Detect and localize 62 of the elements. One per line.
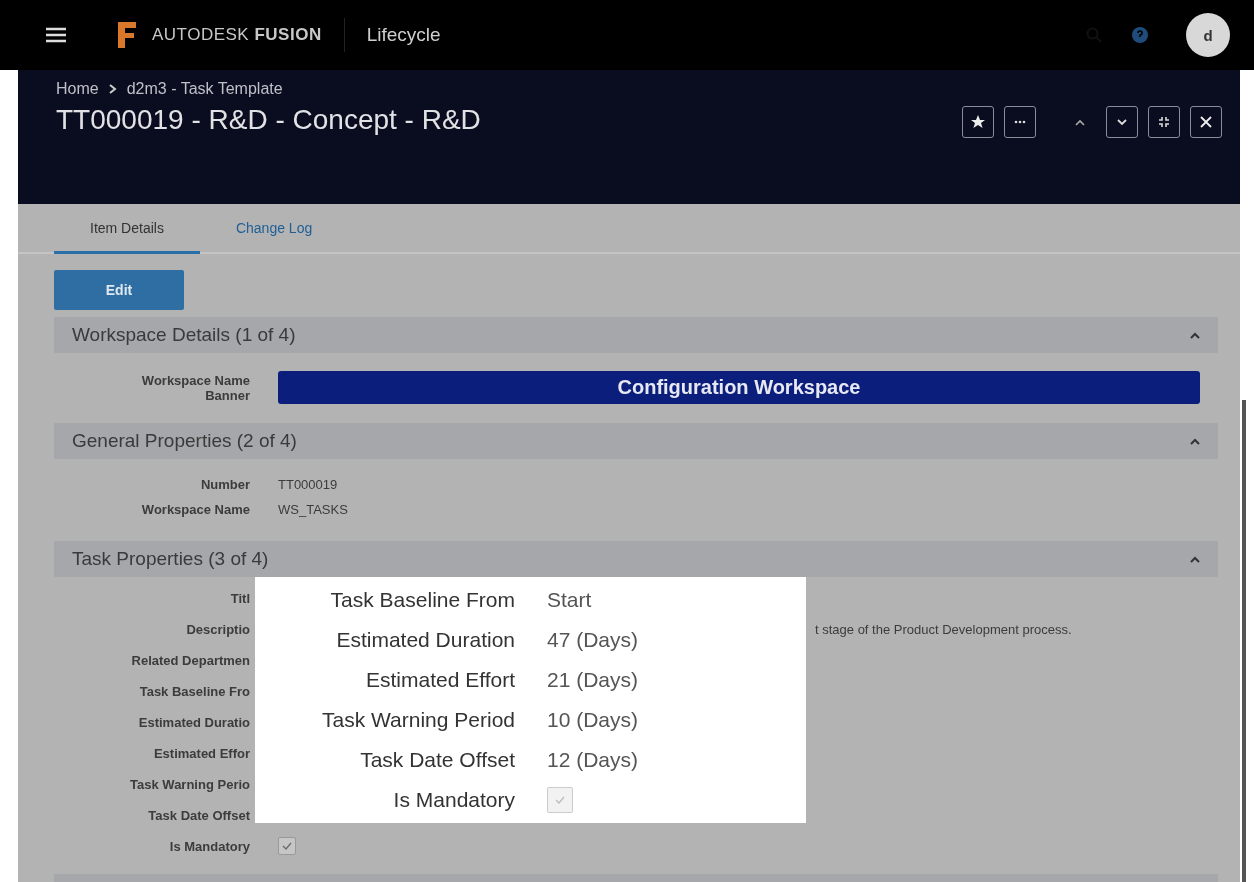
field-label: Task Baseline From — [329, 588, 515, 612]
favorite-button[interactable] — [962, 106, 994, 138]
field-value: TT000019 — [278, 476, 339, 492]
field-value: 47 (Days) — [547, 628, 640, 652]
field-label: Task Date Offset — [147, 807, 250, 823]
field-label: Task Warning Period — [321, 708, 515, 732]
field-value: WS_TASKS — [278, 501, 349, 517]
workspace-banner: Configuration Workspace — [278, 371, 1200, 404]
breadcrumb-link[interactable]: Home — [56, 80, 99, 98]
field-label: Estimated Duratio — [137, 714, 250, 730]
checkmark-icon — [554, 794, 566, 806]
field-value: t stage of the Product Development process. — [814, 621, 1073, 637]
section-title: General Properties (2 of 4) — [72, 430, 297, 452]
field-label: Task Date Offset — [359, 748, 515, 772]
collapse-icon — [1158, 116, 1170, 128]
next-button[interactable] — [1106, 106, 1138, 138]
item-title: TT000019 - R&D - Concept - R&D — [56, 104, 481, 136]
field-label: Estimated Duration — [335, 628, 515, 652]
section-title: Workspace Details (1 of 4) — [72, 324, 296, 346]
field-label: Related Departmen — [130, 652, 250, 668]
field-label: Estimated Effort — [365, 668, 515, 692]
tab[interactable]: Change Log — [199, 204, 349, 254]
more-button[interactable] — [1004, 106, 1036, 138]
collapse-button[interactable] — [1148, 106, 1180, 138]
field-label: Workspace Name Banner — [140, 372, 250, 403]
checkbox[interactable] — [278, 836, 296, 855]
field-value: 12 (Days) — [547, 748, 640, 772]
field-value: 10 (Days) — [547, 708, 640, 732]
field-label: Estimated Effor — [152, 745, 250, 761]
user-avatar[interactable]: d — [1186, 13, 1230, 57]
edit-button[interactable]: Edit — [54, 270, 184, 310]
checkbox[interactable] — [547, 787, 573, 813]
chevron-up-icon[interactable] — [1190, 331, 1200, 339]
menu-icon[interactable] — [46, 27, 66, 43]
field-value: Start — [547, 588, 593, 612]
chevron-down-icon — [1117, 118, 1127, 126]
chevron-up-icon[interactable] — [1190, 437, 1200, 445]
app-name: Lifecycle — [366, 24, 441, 46]
tab[interactable]: Item Details — [54, 204, 200, 254]
more-icon — [1014, 120, 1026, 124]
field-label: Is Mandatory — [392, 788, 515, 812]
field-label: Descriptio — [185, 621, 250, 637]
field-label: Number — [199, 476, 250, 492]
logo-icon — [116, 20, 138, 50]
chevron-up-icon — [1075, 118, 1085, 126]
field-value: 21 (Days) — [547, 668, 640, 692]
field-label: Is Mandatory — [168, 838, 250, 854]
field-label: Task Baseline Fro — [138, 683, 250, 699]
field-label: Workspace Name — [140, 501, 250, 517]
section-header[interactable]: Task Properties (3 of 4) — [54, 541, 1218, 577]
field-label: Titl — [229, 590, 250, 606]
section-header[interactable]: Workspace Details (1 of 4) — [54, 317, 1218, 353]
field-label: Task Warning Perio — [129, 776, 250, 792]
close-button[interactable] — [1190, 106, 1222, 138]
section-header[interactable]: General Properties (2 of 4) — [54, 423, 1218, 459]
chevron-right-icon — [108, 84, 117, 94]
close-icon — [1200, 116, 1212, 128]
brand-name: AUTODESK FUSION — [152, 25, 322, 45]
breadcrumb-link[interactable]: d2m3 - Task Template — [126, 80, 283, 98]
section-title: Task Properties (3 of 4) — [72, 548, 269, 570]
star-icon — [971, 115, 985, 129]
chevron-up-icon[interactable] — [1190, 555, 1200, 563]
